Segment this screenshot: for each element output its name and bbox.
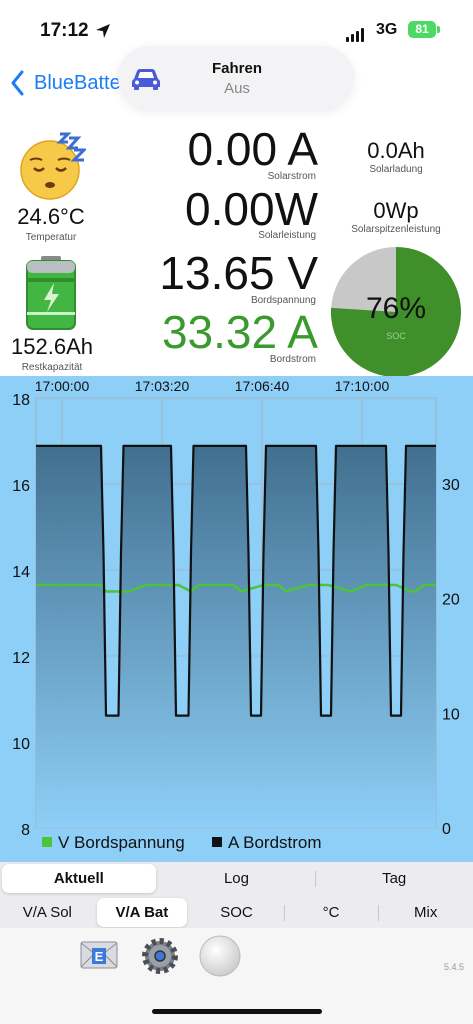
location-arrow-icon [96,24,110,38]
solar-power-value: 0.00W [185,183,318,235]
x-tick: 17:00:00 [35,378,90,394]
chart-tab-soc[interactable]: SOC [191,898,282,927]
solar-charge-value: 0.0Ah [367,138,425,163]
solar-charge-label: Solarladung [369,164,423,175]
back-button[interactable]: BlueBatte [34,72,120,95]
settings-gear-icon[interactable] [140,936,180,976]
segment-divider [283,905,285,921]
legend-current-swatch [212,837,222,847]
tab-aktuell[interactable]: Aktuell [2,864,156,893]
y-left-tick: 14 [12,564,30,581]
record-button-icon[interactable] [199,935,241,977]
chart-tab-c[interactable]: °C [286,898,377,927]
legend-voltage-swatch [42,837,52,847]
temperature-label: Temperatur [25,232,77,243]
y-left-tick: 16 [12,478,30,495]
legend-current-label: A Bordstrom [228,833,322,852]
solar-power-label: Solarleistung [258,230,316,241]
y-left-tick: 12 [12,650,30,667]
capacity-value: 152.6Ah [11,334,93,359]
y-right-tick: 10 [442,706,460,723]
solar-current-value: 0.00 A [187,123,318,175]
y-right-tick: 0 [442,821,451,838]
chart-tab-v-a-bat[interactable]: V/A Bat [96,898,188,927]
mail-letter: E [95,949,104,964]
status-time: 17:12 [40,20,89,41]
x-tick: 17:06:40 [235,378,290,394]
solar-peak-label: Solarspitzenleistung [351,224,441,235]
battery-tip [437,26,440,33]
mode-status: Aus [224,80,250,97]
battery-icon: 81 [408,21,436,38]
chart-tab-v-a-sol[interactable]: V/A Sol [2,898,93,927]
current-label: Bordstrom [269,354,316,365]
y-left-tick: 18 [12,392,30,409]
y-left-tick: 8 [21,822,30,839]
y-left-tick: 10 [12,736,30,753]
segment-divider [378,905,380,921]
network-type: 3G [376,21,398,38]
x-tick: 17:03:20 [135,378,190,394]
chart-tab-mix[interactable]: Mix [380,898,471,927]
solar-current-label: Solarstrom [267,171,316,182]
segment-divider [315,871,317,887]
voltage-current-chart[interactable]: 18 16 14 12 10 8 30 20 10 0 17:00:00 17:03:20 17:06:… [0,376,473,862]
battery-charging-icon [26,256,76,330]
legend-voltage-label: V Bordspannung [58,833,185,852]
segment-controls: Aktuell Log Tag V/A Sol V/A Bat SOC °C Mix [0,862,473,928]
soc-percent: 76% [365,292,427,325]
y-right-tick: 20 [442,592,460,609]
signal-icon [346,24,366,42]
home-indicator[interactable] [152,1009,322,1014]
sleeping-face-icon [20,132,86,200]
temperature-value: 24.6°C [17,204,85,229]
soc-label: SOC [386,331,406,341]
voltage-value: 13.65 V [159,247,318,299]
current-value: 33.32 A [161,306,318,358]
back-chevron-icon[interactable] [10,70,24,96]
x-tick: 17:10:00 [335,378,390,394]
solar-peak-value: 0Wp [373,198,419,223]
tab-tag[interactable]: Tag [317,864,471,893]
y-right-tick: 30 [442,477,460,494]
tab-log[interactable]: Log [160,864,314,893]
capacity-label: Restkapazität [21,362,83,373]
app-version: 5.4.5 [444,962,465,972]
car-icon[interactable] [130,66,162,92]
current-area [36,445,436,828]
mail-icon[interactable]: E [80,941,118,969]
mode-title: Fahren [211,60,262,77]
